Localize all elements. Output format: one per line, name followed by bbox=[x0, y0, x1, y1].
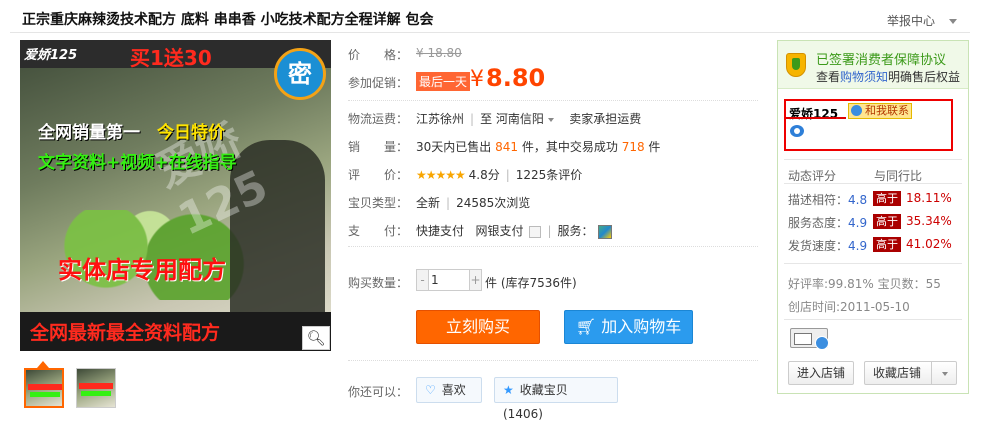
image-line-2: 文字资料+视频+在线指导 bbox=[38, 153, 237, 173]
title-divider bbox=[10, 32, 970, 33]
divider bbox=[348, 246, 758, 247]
highlight-underline bbox=[786, 117, 846, 119]
ship-from: 江苏徐州 bbox=[416, 112, 465, 126]
add-to-cart-button[interactable]: 🛒︎ 加入购物车 bbox=[564, 310, 693, 344]
image-line-3: 实体店专用配方 bbox=[58, 256, 226, 284]
score-desc: 描述相符：4.8 bbox=[788, 193, 868, 207]
secret-seal-icon: 密 bbox=[274, 48, 326, 100]
score-service-pct: 35.34% bbox=[906, 214, 952, 228]
shop-created: 创店时间:2011-05-10 bbox=[788, 300, 910, 314]
chevron-down-icon[interactable] bbox=[931, 362, 949, 384]
contact-seller-button[interactable]: 和我联系 bbox=[848, 103, 912, 119]
score-service: 服务态度：4.9 bbox=[788, 216, 868, 230]
promo-badge: 最后一天 bbox=[416, 72, 471, 91]
pay-dropdown-icon[interactable] bbox=[529, 225, 542, 238]
qty-plus-button[interactable]: + bbox=[469, 270, 481, 290]
like-button[interactable]: ♡ 喜欢 bbox=[416, 377, 482, 403]
thumbnail-2[interactable] bbox=[76, 368, 116, 408]
sales-label: 销 量： bbox=[348, 140, 409, 154]
rating-label: 评 价： bbox=[348, 168, 409, 182]
rating-stars-icon: ★★★★★ bbox=[416, 168, 466, 182]
qty-label: 购买数量： bbox=[348, 276, 409, 290]
current-price: ¥8.80 bbox=[470, 64, 546, 92]
divider bbox=[348, 100, 758, 101]
pay-method-2[interactable]: 网银支付 bbox=[475, 224, 523, 238]
score-desc-pct: 18.11% bbox=[906, 191, 952, 205]
ship-to-select[interactable]: 河南信阳 bbox=[496, 112, 554, 126]
report-center-link[interactable]: 举报中心 bbox=[887, 12, 958, 29]
success-count: 718 bbox=[621, 140, 645, 154]
compare-label: 与同行比 bbox=[874, 169, 923, 183]
chevron-down-icon bbox=[547, 117, 554, 122]
favorite-item-button[interactable]: ★ 收藏宝贝 (1406) bbox=[494, 377, 618, 421]
shipping-label: 物流运费： bbox=[348, 112, 409, 126]
image-promo: 买1送30 bbox=[130, 46, 212, 70]
pay-info: 快捷支付 网银支付 | 服务： bbox=[416, 222, 612, 239]
report-center-label: 举报中心 bbox=[887, 14, 936, 28]
thumb-selected-arrow bbox=[37, 361, 49, 368]
panel-divider bbox=[784, 183, 962, 184]
seller-name[interactable]: 爱娇125 bbox=[789, 105, 838, 122]
pay-label: 支 付： bbox=[348, 224, 409, 238]
enter-shop-button[interactable]: 进入店铺 bbox=[788, 361, 855, 385]
good-rate: 好评率:99.81% 宝贝数：55 bbox=[788, 277, 941, 291]
image-line-1: 全网销量第一 今日特价 bbox=[38, 123, 225, 143]
more-label: 你还可以： bbox=[348, 385, 409, 399]
image-brand: 爱娇125 bbox=[24, 48, 78, 63]
higher-tag: 高于 bbox=[873, 214, 901, 229]
panel-divider bbox=[784, 319, 962, 320]
buy-now-button[interactable]: 立刻购买 bbox=[416, 310, 540, 344]
panel-divider bbox=[784, 159, 962, 160]
guarantee-sub: 查看购物须知明确售后权益 bbox=[816, 70, 961, 84]
customer-service-icon[interactable] bbox=[790, 328, 829, 350]
type-label: 宝贝类型： bbox=[348, 196, 409, 210]
chevron-down-icon bbox=[949, 19, 958, 24]
shield-icon bbox=[786, 53, 806, 77]
sales-info: 30天内已售出 841 件，其中交易成功 718 件 bbox=[416, 140, 661, 154]
higher-tag: 高于 bbox=[873, 237, 901, 252]
higher-tag: 高于 bbox=[873, 191, 901, 206]
thumbnail-1[interactable] bbox=[24, 368, 64, 408]
guarantee-header: 已签署消费者保障协议 查看购物须知明确售后权益 bbox=[778, 41, 968, 89]
score-delivery: 发货速度：4.9 bbox=[788, 239, 868, 253]
star-icon: ★ bbox=[503, 383, 514, 397]
seller-highlight-box: 爱娇125 和我联系 bbox=[784, 99, 953, 151]
image-line-4: 全网最新最全资料配方 bbox=[30, 322, 221, 344]
score-delivery-pct: 41.02% bbox=[906, 237, 952, 251]
service-icon[interactable] bbox=[597, 224, 612, 239]
collect-shop-button[interactable]: 收藏店铺 bbox=[864, 361, 958, 385]
product-title: 正宗重庆麻辣烫技术配方 底料 串串香 小吃技术配方全程详解 包会 bbox=[22, 12, 434, 28]
magnifier-icon[interactable]: 🔍︎ bbox=[302, 326, 330, 350]
original-price: ¥ 18.80 bbox=[416, 46, 462, 60]
main-product-image[interactable]: 爱娇125 爱娇125 买1送30 密 全网销量第一 今日特价 文字资料+视频+… bbox=[20, 40, 331, 351]
shipping-info: 江苏徐州 | 至 河南信阳 卖家承担运费 bbox=[416, 112, 642, 126]
promo-label: 参加促销： bbox=[348, 76, 409, 90]
type-info: 全新 | 24585次浏览 bbox=[416, 196, 531, 210]
sold-count: 841 bbox=[495, 140, 519, 154]
pay-method-1[interactable]: 快捷支付 bbox=[416, 224, 464, 238]
shipping-fee: 卖家承担运费 bbox=[569, 112, 642, 126]
shopping-notice-link[interactable]: 购物须知 bbox=[840, 70, 888, 84]
price-label: 价 格： bbox=[348, 48, 409, 62]
quantity-stepper[interactable]: - 1 + bbox=[416, 269, 482, 291]
seller-badge-icon bbox=[790, 125, 804, 137]
heart-icon: ♡ bbox=[425, 383, 436, 397]
promo-badge-wrap: 最后一天 bbox=[416, 72, 471, 91]
dyn-score-label: 动态评分 bbox=[788, 169, 837, 183]
divider bbox=[348, 360, 758, 361]
qty-input[interactable]: 1 bbox=[431, 273, 439, 287]
cart-icon: 🛒︎ bbox=[575, 317, 597, 336]
review-count-link[interactable]: 1225条评价 bbox=[516, 168, 583, 182]
service-label: 服务： bbox=[557, 224, 594, 238]
stock-info: 件 (库存7536件) bbox=[485, 276, 577, 290]
panel-divider bbox=[784, 263, 962, 264]
rating-info: ★★★★★ 4.8分 | 1225条评价 bbox=[416, 168, 583, 182]
ship-to-label: 至 bbox=[480, 112, 493, 126]
seller-panel: 已签署消费者保障协议 查看购物须知明确售后权益 爱娇125 和我联系 动态评分 … bbox=[777, 40, 969, 394]
qty-minus-button[interactable]: - bbox=[417, 270, 429, 290]
rating-score: 4.8分 bbox=[468, 168, 500, 182]
guarantee-title: 已签署消费者保障协议 bbox=[816, 53, 947, 68]
